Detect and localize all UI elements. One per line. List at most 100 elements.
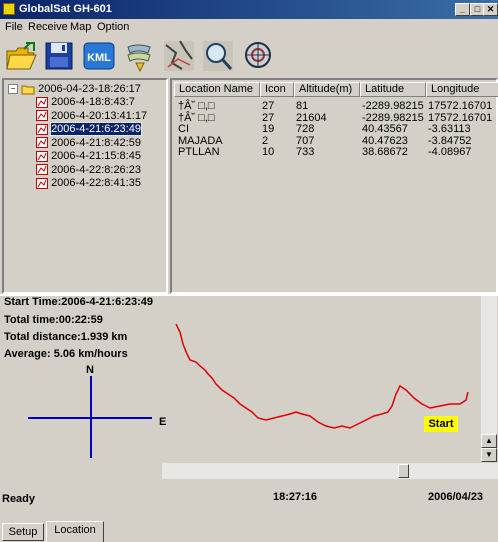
minimize-button[interactable]: _ xyxy=(455,3,470,16)
zoom-search-button[interactable] xyxy=(201,39,235,73)
status-state: Ready xyxy=(2,493,36,505)
bottom-tabs: Setup Location xyxy=(0,521,498,542)
menu-map[interactable]: Map xyxy=(70,21,91,33)
track-map[interactable] xyxy=(0,294,498,462)
svg-text:KML: KML xyxy=(87,52,111,64)
tab-setup[interactable]: Setup xyxy=(2,523,44,541)
close-button[interactable]: ✕ xyxy=(483,3,498,16)
toolbar: KML xyxy=(0,37,498,77)
location-cell: 81 xyxy=(296,100,309,112)
save-button[interactable] xyxy=(42,39,76,73)
folder-icon xyxy=(21,85,35,95)
track-icon xyxy=(36,123,48,135)
menu-bar: File Receive Map Option xyxy=(0,19,498,35)
zoom-search-icon xyxy=(203,41,233,71)
track-tree-panel: − 2006-04-23-18:26:17 2006-4-18:8:43:7 2… xyxy=(2,78,168,294)
location-cell: 21604 xyxy=(296,111,327,124)
status-date: 2006/04/23 xyxy=(428,491,484,503)
tree-track-label: 2006-4-20:13:41:17 xyxy=(51,109,148,122)
location-cell: -2289.98215 xyxy=(362,100,424,112)
tree-track-label: 2006-4-21:15:8:45 xyxy=(51,150,141,162)
compass-north-label: N xyxy=(86,364,94,376)
tree-track-label: 2006-4-22:8:41:35 xyxy=(51,177,141,189)
menu-option[interactable]: Option xyxy=(97,21,129,33)
location-row[interactable]: †Â˘ □,□ 27 81 -2289.98215 17572.16701 xyxy=(174,100,498,112)
location-cell: 27 xyxy=(262,100,275,112)
tree-track-item[interactable]: 2006-4-22:8:26:23 xyxy=(36,164,141,176)
globe-settings-button[interactable] xyxy=(241,39,275,73)
status-time: 18:27:16 xyxy=(273,491,318,503)
tree-track-item[interactable]: 2006-4-21:6:23:49 xyxy=(36,122,142,136)
start-marker: Start xyxy=(424,416,458,432)
location-row[interactable]: MAJADA 2 707 40.47623 -3.84752 xyxy=(174,135,498,147)
location-cell: -4.08967 xyxy=(428,146,472,158)
window-title: GlobalSat GH-601 xyxy=(19,3,112,15)
tab-location[interactable]: Location xyxy=(46,521,104,542)
collapse-icon[interactable]: − xyxy=(8,84,18,95)
location-list-header: Location Name Icon Altitude(m) Latitude … xyxy=(174,82,498,98)
location-cell: MAJADA xyxy=(178,134,223,147)
globe-settings-icon xyxy=(245,42,271,68)
track-icon xyxy=(36,96,48,108)
app-icon xyxy=(3,3,15,15)
location-cell: 728 xyxy=(296,123,315,135)
route-map-button[interactable] xyxy=(162,39,196,73)
column-latitude[interactable]: Latitude xyxy=(360,82,426,97)
tree-root[interactable]: − 2006-04-23-18:26:17 xyxy=(8,83,141,95)
scroll-down-button[interactable]: ▼ xyxy=(481,448,497,462)
scroll-thumb[interactable] xyxy=(398,464,409,478)
column-longitude[interactable]: Longitude xyxy=(426,82,498,97)
open-folder-icon xyxy=(6,42,37,70)
location-cell: 19 xyxy=(262,123,275,135)
scroll-up-button[interactable]: ▲ xyxy=(481,434,497,448)
route-map-icon xyxy=(164,40,194,71)
location-cell: 27 xyxy=(262,111,275,124)
location-cell: †Â˘ □,□ xyxy=(178,111,215,124)
location-cell: CI xyxy=(178,123,189,135)
track-icon xyxy=(36,150,48,162)
location-row[interactable]: †Â˘ □,□ 27 21604 -2289.98215 17572.16701 xyxy=(174,112,498,124)
map-horizontal-scrollbar[interactable] xyxy=(162,463,498,479)
location-cell: -3.63113 xyxy=(428,123,471,135)
tree-track-label: 2006-4-22:8:26:23 xyxy=(51,163,141,176)
location-cell: 733 xyxy=(296,146,315,158)
map-vertical-scrollbar[interactable]: ▲ ▼ xyxy=(481,296,497,462)
gps-track-line xyxy=(175,323,469,429)
tree-track-item[interactable]: 2006-4-18:8:43:7 xyxy=(36,96,135,108)
location-cell: †Â˘ □,□ xyxy=(178,100,215,112)
tree-root-label: 2006-04-23-18:26:17 xyxy=(38,83,141,95)
track-icon xyxy=(36,137,48,149)
title-bar: GlobalSat GH-601 _ □ ✕ xyxy=(0,0,498,19)
location-cell: -3.84752 xyxy=(428,134,472,147)
map-layer-button[interactable] xyxy=(122,39,156,73)
tree-track-item[interactable]: 2006-4-21:8:42:59 xyxy=(36,137,141,149)
location-cell: 10 xyxy=(262,146,275,158)
tree-track-item[interactable]: 2006-4-21:15:8:45 xyxy=(36,150,141,162)
compass-east-label: E xyxy=(159,416,167,428)
menu-receive[interactable]: Receive xyxy=(28,21,68,33)
location-cell: 17572.16701 xyxy=(428,111,493,124)
track-icon xyxy=(36,177,48,189)
kml-export-icon: KML xyxy=(83,42,115,70)
open-folder-button[interactable] xyxy=(4,39,38,73)
track-icon xyxy=(36,164,48,176)
tree-track-label: 2006-4-21:6:23:49 xyxy=(50,122,142,136)
column-location-name[interactable]: Location Name xyxy=(174,82,260,97)
save-disk-icon xyxy=(45,42,73,70)
column-icon[interactable]: Icon xyxy=(260,82,294,97)
menu-file[interactable]: File xyxy=(5,21,23,33)
location-cell: -2289.98215 xyxy=(362,111,424,124)
column-altitude[interactable]: Altitude(m) xyxy=(294,82,360,97)
location-list-panel: Location Name Icon Altitude(m) Latitude … xyxy=(170,78,498,294)
map-layer-icon xyxy=(127,44,151,73)
tree-track-item[interactable]: 2006-4-20:13:41:17 xyxy=(36,110,147,122)
location-row[interactable]: PTLLAN 10 733 38.68672 -4.08967 xyxy=(174,146,498,158)
tree-track-label: 2006-4-18:8:43:7 xyxy=(51,96,135,108)
tree-track-label: 2006-4-21:8:42:59 xyxy=(51,136,141,149)
location-cell: 707 xyxy=(296,134,315,147)
kml-export-button[interactable]: KML xyxy=(82,39,116,73)
tree-track-item[interactable]: 2006-4-22:8:41:35 xyxy=(36,177,141,189)
location-row[interactable]: CI 19 728 40.43567 -3.63113 xyxy=(174,123,498,135)
location-cell: 40.47623 xyxy=(362,134,408,147)
location-cell: 2 xyxy=(262,134,269,147)
